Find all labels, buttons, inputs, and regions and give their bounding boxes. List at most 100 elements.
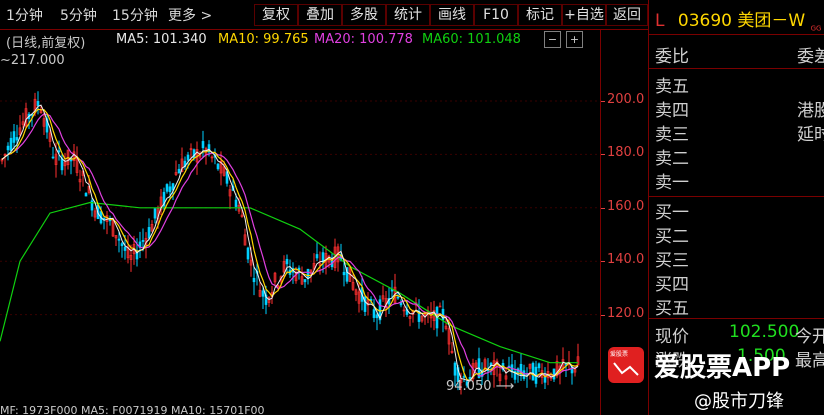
candle-body xyxy=(84,192,88,197)
chart-trend-icon xyxy=(613,362,639,376)
zoom-in-icon[interactable]: + xyxy=(566,31,583,48)
stock-name-suffix: GG xyxy=(810,24,822,33)
candle-body xyxy=(168,186,172,193)
chart-header: (日线,前复权) MA5: 101.340 MA10: 99.765 MA20:… xyxy=(0,30,600,51)
candle-body xyxy=(543,377,547,383)
candle-body xyxy=(186,154,190,161)
candle-body xyxy=(462,376,466,378)
period-15min-tab[interactable]: 15分钟 xyxy=(112,5,158,25)
stock-code: 03690 xyxy=(677,11,732,31)
watermark-handle: @股市刀锋 xyxy=(694,391,784,412)
chart-grid xyxy=(0,100,600,316)
candle-body xyxy=(306,268,310,279)
statistics-button[interactable]: 统计 xyxy=(386,4,430,26)
y-tick-label: 120.0 xyxy=(607,305,645,321)
buy-level-4-label: 买四 xyxy=(655,275,689,295)
sell-level-1-label: 卖一 xyxy=(655,173,689,193)
ma20-line xyxy=(1,113,579,377)
volume-indicator-row: MF: 1973F000 MA5: F0071919 MA10: 15701F0… xyxy=(0,404,265,415)
candle-body xyxy=(234,199,238,207)
candle-body xyxy=(117,238,121,241)
buy-level-2-label: 买二 xyxy=(655,227,689,247)
delay-label: 延时 xyxy=(797,125,824,145)
period-5min-tab[interactable]: 5分钟 xyxy=(60,5,97,25)
candle-body xyxy=(60,158,64,171)
ma10-legend: MA10: 99.765 xyxy=(218,32,309,47)
sell-level-4-label: 卖四 xyxy=(655,101,689,121)
candle-body xyxy=(315,254,319,259)
candle-body xyxy=(285,258,289,265)
y-tick-mark xyxy=(601,154,605,156)
candle-body xyxy=(372,309,376,318)
low-price-marker: 94.050 ⟶ xyxy=(446,379,514,394)
period-label[interactable]: (日线,前复权) xyxy=(6,32,85,51)
arrow-right-icon: ⟶ xyxy=(495,379,515,394)
stock-title[interactable]: L 03690 美团－W GG xyxy=(655,6,821,32)
candle-body xyxy=(120,243,124,247)
y-tick-mark xyxy=(601,207,605,209)
f10-button[interactable]: F10 xyxy=(474,4,518,26)
candle-body xyxy=(399,302,403,306)
candle-body xyxy=(123,246,127,251)
y-tick-label: 180.0 xyxy=(607,145,645,161)
mark-button[interactable]: 标记 xyxy=(518,4,562,26)
weicha-label: 委差 xyxy=(797,47,824,67)
y-tick-mark xyxy=(601,261,605,263)
candle-body xyxy=(303,279,307,283)
candle-body xyxy=(51,156,55,159)
ma20-legend: MA20: 100.778 xyxy=(314,32,413,47)
ma5-legend: MA5: 101.340 xyxy=(116,32,207,47)
app-logo-text: 爱股票 xyxy=(610,351,629,358)
candle-body xyxy=(531,362,535,381)
candle-body xyxy=(396,296,400,299)
market-label: 港股 xyxy=(797,101,824,121)
candle-body xyxy=(6,145,10,151)
buy-level-3-label: 买三 xyxy=(655,251,689,271)
candle-body xyxy=(216,163,220,170)
period-1min-tab[interactable]: 1分钟 xyxy=(6,5,43,25)
candlestick-chart[interactable] xyxy=(0,50,600,415)
candle-body xyxy=(15,137,19,141)
candle-body xyxy=(141,240,145,242)
candle-body xyxy=(252,277,256,283)
sell-level-2-label: 卖二 xyxy=(655,149,689,169)
buy-level-1-label: 买一 xyxy=(655,203,689,223)
candle-body xyxy=(201,141,205,149)
candle-body xyxy=(12,131,16,143)
draw-line-button[interactable]: 画线 xyxy=(430,4,474,26)
high-price-marker: ~217.000 xyxy=(0,53,65,68)
candle-body xyxy=(177,168,181,174)
candle-body xyxy=(9,137,13,151)
y-tick-mark xyxy=(601,314,605,316)
high-price-value: 217.000 xyxy=(10,53,65,68)
app-watermark: 爱股票 爱股票APP @股市刀锋 xyxy=(604,345,824,415)
zoom-out-icon[interactable]: − xyxy=(544,31,561,48)
overlay-button[interactable]: 叠加 xyxy=(298,4,342,26)
y-tick-label: 160.0 xyxy=(607,198,645,214)
current-price-label: 现价 xyxy=(655,327,689,347)
current-price-value: 102.500 xyxy=(729,322,800,342)
ma5-line xyxy=(1,104,579,382)
candle-body xyxy=(537,363,541,369)
divider xyxy=(649,196,824,197)
candle-body xyxy=(246,247,250,260)
add-watchlist-button[interactable]: +自选 xyxy=(562,4,606,26)
restore-right-button[interactable]: 复权 xyxy=(254,4,298,26)
back-button[interactable]: 返回 xyxy=(606,4,648,26)
ma10-line xyxy=(1,108,579,382)
more-periods-menu[interactable]: 更多 > xyxy=(168,5,212,25)
stock-name: 美团－W xyxy=(737,11,806,31)
divider xyxy=(649,68,824,69)
candle-body xyxy=(57,150,61,153)
top-toolbar: 1分钟 5分钟 15分钟 更多 > 复权 叠加 多股 统计 画线 F10 标记 +自选 返回 xyxy=(0,0,648,30)
candle-body xyxy=(375,314,379,319)
sell-level-3-label: 卖三 xyxy=(655,125,689,145)
multi-stock-button[interactable]: 多股 xyxy=(342,4,386,26)
y-tick-mark xyxy=(601,101,605,102)
candle-body xyxy=(153,208,157,219)
app-logo-icon: 爱股票 xyxy=(608,347,644,383)
chevron-right-icon: > xyxy=(200,8,213,24)
sell-level-5-label: 卖五 xyxy=(655,77,689,97)
candle-body xyxy=(552,368,556,380)
more-label: 更多 xyxy=(168,8,196,24)
